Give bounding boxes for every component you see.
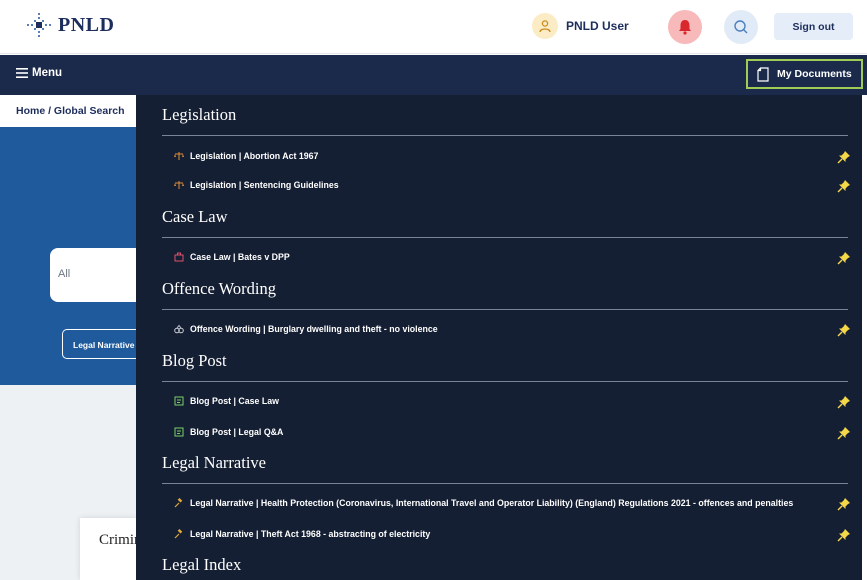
section-title-offence-wording: Offence Wording <box>162 279 276 298</box>
menu-label: Menu <box>32 67 63 79</box>
breadcrumb[interactable]: Home / Global Search <box>0 95 136 127</box>
search-icon <box>734 20 748 34</box>
menu-button[interactable]: Menu <box>16 67 62 79</box>
pin-icon[interactable] <box>837 497 851 511</box>
gavel-icon <box>174 498 184 508</box>
document-item[interactable]: Blog Post | Case Law <box>174 396 279 406</box>
filter-chip-legal-narrative[interactable]: Legal Narrative <box>62 329 136 359</box>
scales-icon <box>174 151 184 161</box>
my-documents-label: My Documents <box>777 68 852 80</box>
section-title-case-law: Case Law <box>162 207 228 226</box>
scales-icon <box>174 180 184 190</box>
result-card-title[interactable]: Criminal Justice Act 2003 <box>80 518 136 580</box>
blog-icon <box>174 396 184 406</box>
pin-icon[interactable] <box>837 395 851 409</box>
pin-icon[interactable] <box>837 426 851 440</box>
document-item-label: Legislation | Sentencing Guidelines <box>190 180 339 190</box>
document-item-label: Legal Narrative | Theft Act 1968 - abstr… <box>190 529 431 539</box>
document-item[interactable]: Legislation | Abortion Act 1967 <box>174 151 318 161</box>
logo-text: PNLD <box>58 13 115 36</box>
pin-icon[interactable] <box>837 323 851 337</box>
pin-icon[interactable] <box>837 179 851 193</box>
pin-icon[interactable] <box>837 528 851 542</box>
document-item-label: Blog Post | Case Law <box>190 396 279 406</box>
hamburger-icon <box>16 68 28 78</box>
document-item-label: Case Law | Bates v DPP <box>190 252 290 262</box>
search-button[interactable] <box>724 10 758 44</box>
section-title-legal-narrative: Legal Narrative <box>162 453 266 472</box>
user-menu[interactable]: PNLD User <box>532 13 629 39</box>
document-item-label: Legislation | Abortion Act 1967 <box>190 151 319 161</box>
divider <box>162 309 848 310</box>
nav-bar: Menu My Documents <box>0 55 867 95</box>
section-title-blog-post: Blog Post <box>162 351 227 370</box>
user-name: PNLD User <box>566 19 629 33</box>
pin-icon[interactable] <box>837 150 851 164</box>
search-scope-select[interactable]: All <box>50 248 136 302</box>
document-item[interactable]: Legislation | Sentencing Guidelines <box>174 180 339 190</box>
user-icon <box>532 13 558 39</box>
document-item[interactable]: Legal Narrative | Theft Act 1968 - abstr… <box>174 529 430 539</box>
top-header: PNLD PNLD User Sign out <box>0 0 867 54</box>
document-item[interactable]: Case Law | Bates v DPP <box>174 252 290 262</box>
document-item[interactable]: Legal Narrative | Health Protection (Cor… <box>174 498 793 508</box>
divider <box>162 381 848 382</box>
section-title-legal-index: Legal Index <box>162 555 242 574</box>
notifications-button[interactable] <box>668 10 702 44</box>
my-documents-button[interactable]: My Documents <box>746 59 863 89</box>
divider <box>162 237 848 238</box>
briefcase-icon <box>174 252 184 262</box>
sign-out-button[interactable]: Sign out <box>774 13 853 40</box>
document-item-label: Legal Narrative | Health Protection (Cor… <box>190 498 794 508</box>
logo-mark-icon <box>26 12 52 38</box>
document-item-label: Offence Wording | Burglary dwelling and … <box>190 324 438 334</box>
pnld-logo[interactable]: PNLD <box>26 12 114 38</box>
section-title-legislation: Legislation <box>162 105 237 124</box>
divider <box>162 135 848 136</box>
document-icon <box>757 66 769 82</box>
blog-icon <box>174 427 184 437</box>
bell-icon <box>679 20 691 35</box>
document-item[interactable]: Blog Post | Legal Q&A <box>174 427 283 437</box>
divider <box>162 483 848 484</box>
document-item[interactable]: Offence Wording | Burglary dwelling and … <box>174 324 438 334</box>
handcuffs-icon <box>174 324 184 334</box>
pin-icon[interactable] <box>837 251 851 265</box>
document-item-label: Blog Post | Legal Q&A <box>190 427 284 437</box>
my-documents-panel: Legislation Legislation | Abortion Act 1… <box>136 95 862 580</box>
gavel-icon <box>174 529 184 539</box>
